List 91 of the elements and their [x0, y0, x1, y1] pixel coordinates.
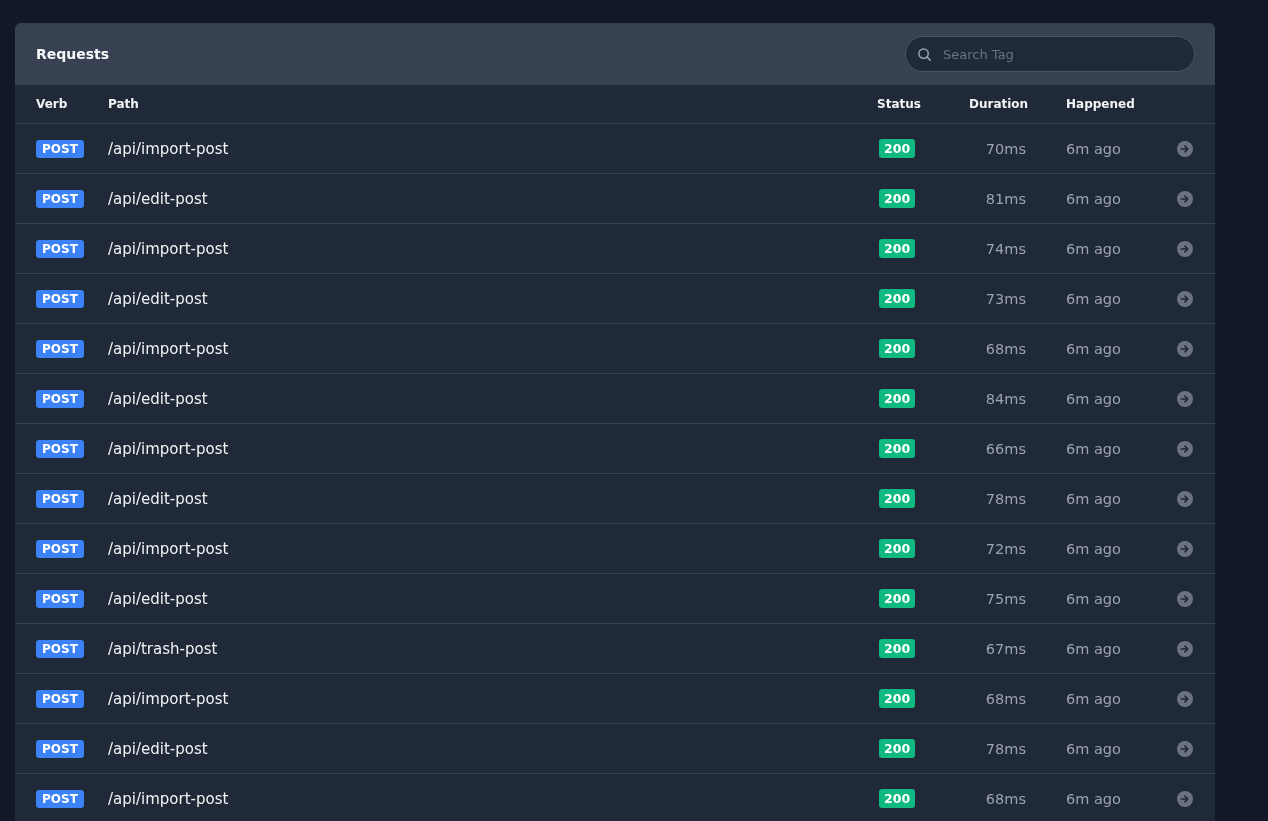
duration-cell-text: 68ms — [984, 790, 1026, 807]
arrow-right-icon[interactable] — [1176, 140, 1193, 157]
path-cell-text: /api/edit-post — [108, 389, 209, 408]
arrow-right-icon[interactable] — [1176, 640, 1193, 657]
duration-cell-text: 68ms — [984, 690, 1026, 707]
verb-badge: POST — [36, 639, 84, 658]
path-cell-text: /api/edit-post — [108, 289, 209, 308]
column-header: Happened — [1065, 97, 1136, 111]
path-cell-text: /api/trash-post — [108, 639, 219, 658]
verb-badge: POST — [36, 239, 84, 258]
arrow-right-icon[interactable] — [1176, 340, 1193, 357]
arrow-right-icon[interactable] — [1176, 590, 1193, 607]
path-cell-text: /api/edit-post — [108, 189, 209, 208]
arrow-right-icon[interactable] — [1176, 240, 1193, 257]
status-badge: 200 — [879, 289, 916, 308]
status-badge: 200 — [879, 389, 916, 408]
arrow-right-icon[interactable] — [1176, 690, 1193, 707]
path-cell-text: /api/import-post — [108, 539, 230, 558]
status-badge: 200 — [879, 439, 916, 458]
happened-cell-text: 6m ago — [1065, 590, 1122, 607]
duration-cell-text: 75ms — [984, 590, 1026, 607]
verb-badge: POST — [36, 189, 84, 208]
happened-cell-text: 6m ago — [1065, 290, 1122, 307]
path-cell-text: /api/edit-post — [108, 739, 209, 758]
duration-cell-text: 78ms — [984, 490, 1026, 507]
verb-badge: POST — [36, 439, 84, 458]
path-cell-text: /api/edit-post — [108, 589, 209, 608]
status-badge: 200 — [879, 539, 916, 558]
path-cell-text: /api/import-post — [108, 789, 230, 808]
status-badge: 200 — [879, 139, 916, 158]
path-cell-text: /api/import-post — [108, 439, 230, 458]
happened-cell-text: 6m ago — [1065, 540, 1122, 557]
path-cell-text: /api/edit-post — [108, 489, 209, 508]
duration-cell-text: 68ms — [984, 340, 1026, 357]
duration-cell-text: 72ms — [984, 540, 1026, 557]
status-badge: 200 — [879, 639, 916, 658]
happened-cell-text: 6m ago — [1065, 240, 1122, 257]
status-badge: 200 — [879, 689, 916, 708]
status-badge: 200 — [879, 339, 916, 358]
happened-cell-text: 6m ago — [1065, 140, 1122, 157]
duration-cell-text: 73ms — [984, 290, 1026, 307]
happened-cell-text: 6m ago — [1065, 740, 1122, 757]
happened-cell-text: 6m ago — [1065, 340, 1122, 357]
column-header: Status — [877, 97, 922, 111]
arrow-right-icon[interactable] — [1176, 440, 1193, 457]
status-badge: 200 — [879, 239, 916, 258]
path-cell-text: /api/import-post — [108, 239, 230, 258]
verb-badge: POST — [36, 739, 84, 758]
arrow-right-icon[interactable] — [1176, 790, 1193, 807]
path-cell-text: /api/import-post — [108, 689, 230, 708]
search-field[interactable]: Search Tag — [905, 36, 1195, 72]
verb-badge: POST — [36, 489, 84, 508]
panel-title: Requests — [36, 46, 110, 62]
arrow-right-icon[interactable] — [1176, 290, 1193, 307]
verb-badge: POST — [36, 389, 84, 408]
happened-cell-text: 6m ago — [1065, 690, 1122, 707]
path-cell-text: /api/import-post — [108, 139, 230, 158]
happened-cell-text: 6m ago — [1065, 190, 1122, 207]
verb-badge: POST — [36, 589, 84, 608]
verb-badge: POST — [36, 689, 84, 708]
happened-cell-text: 6m ago — [1065, 390, 1122, 407]
duration-cell-text: 70ms — [984, 140, 1026, 157]
happened-cell-text: 6m ago — [1065, 440, 1122, 457]
duration-cell-text: 67ms — [984, 640, 1026, 657]
duration-cell-text: 78ms — [984, 740, 1026, 757]
arrow-right-icon[interactable] — [1176, 490, 1193, 507]
duration-cell-text: 84ms — [984, 390, 1026, 407]
path-cell-text: /api/import-post — [108, 339, 230, 358]
verb-badge: POST — [36, 139, 84, 158]
column-header: Path — [108, 97, 140, 111]
verb-badge: POST — [36, 289, 84, 308]
arrow-right-icon[interactable] — [1176, 190, 1193, 207]
status-badge: 200 — [879, 189, 916, 208]
duration-cell-text: 66ms — [984, 440, 1026, 457]
status-badge: 200 — [879, 789, 916, 808]
duration-cell-text: 74ms — [984, 240, 1026, 257]
status-badge: 200 — [879, 589, 916, 608]
column-header: Verb — [36, 97, 69, 111]
arrow-right-icon[interactable] — [1176, 740, 1193, 757]
arrow-right-icon[interactable] — [1176, 540, 1193, 557]
arrow-right-icon[interactable] — [1176, 390, 1193, 407]
duration-cell-text: 81ms — [984, 190, 1026, 207]
happened-cell-text: 6m ago — [1065, 790, 1122, 807]
happened-cell-text: 6m ago — [1065, 640, 1122, 657]
column-header: Duration — [969, 97, 1026, 111]
verb-badge: POST — [36, 339, 84, 358]
status-badge: 200 — [879, 489, 916, 508]
verb-badge: POST — [36, 539, 84, 558]
verb-badge: POST — [36, 789, 84, 808]
status-badge: 200 — [879, 739, 916, 758]
happened-cell-text: 6m ago — [1065, 490, 1122, 507]
